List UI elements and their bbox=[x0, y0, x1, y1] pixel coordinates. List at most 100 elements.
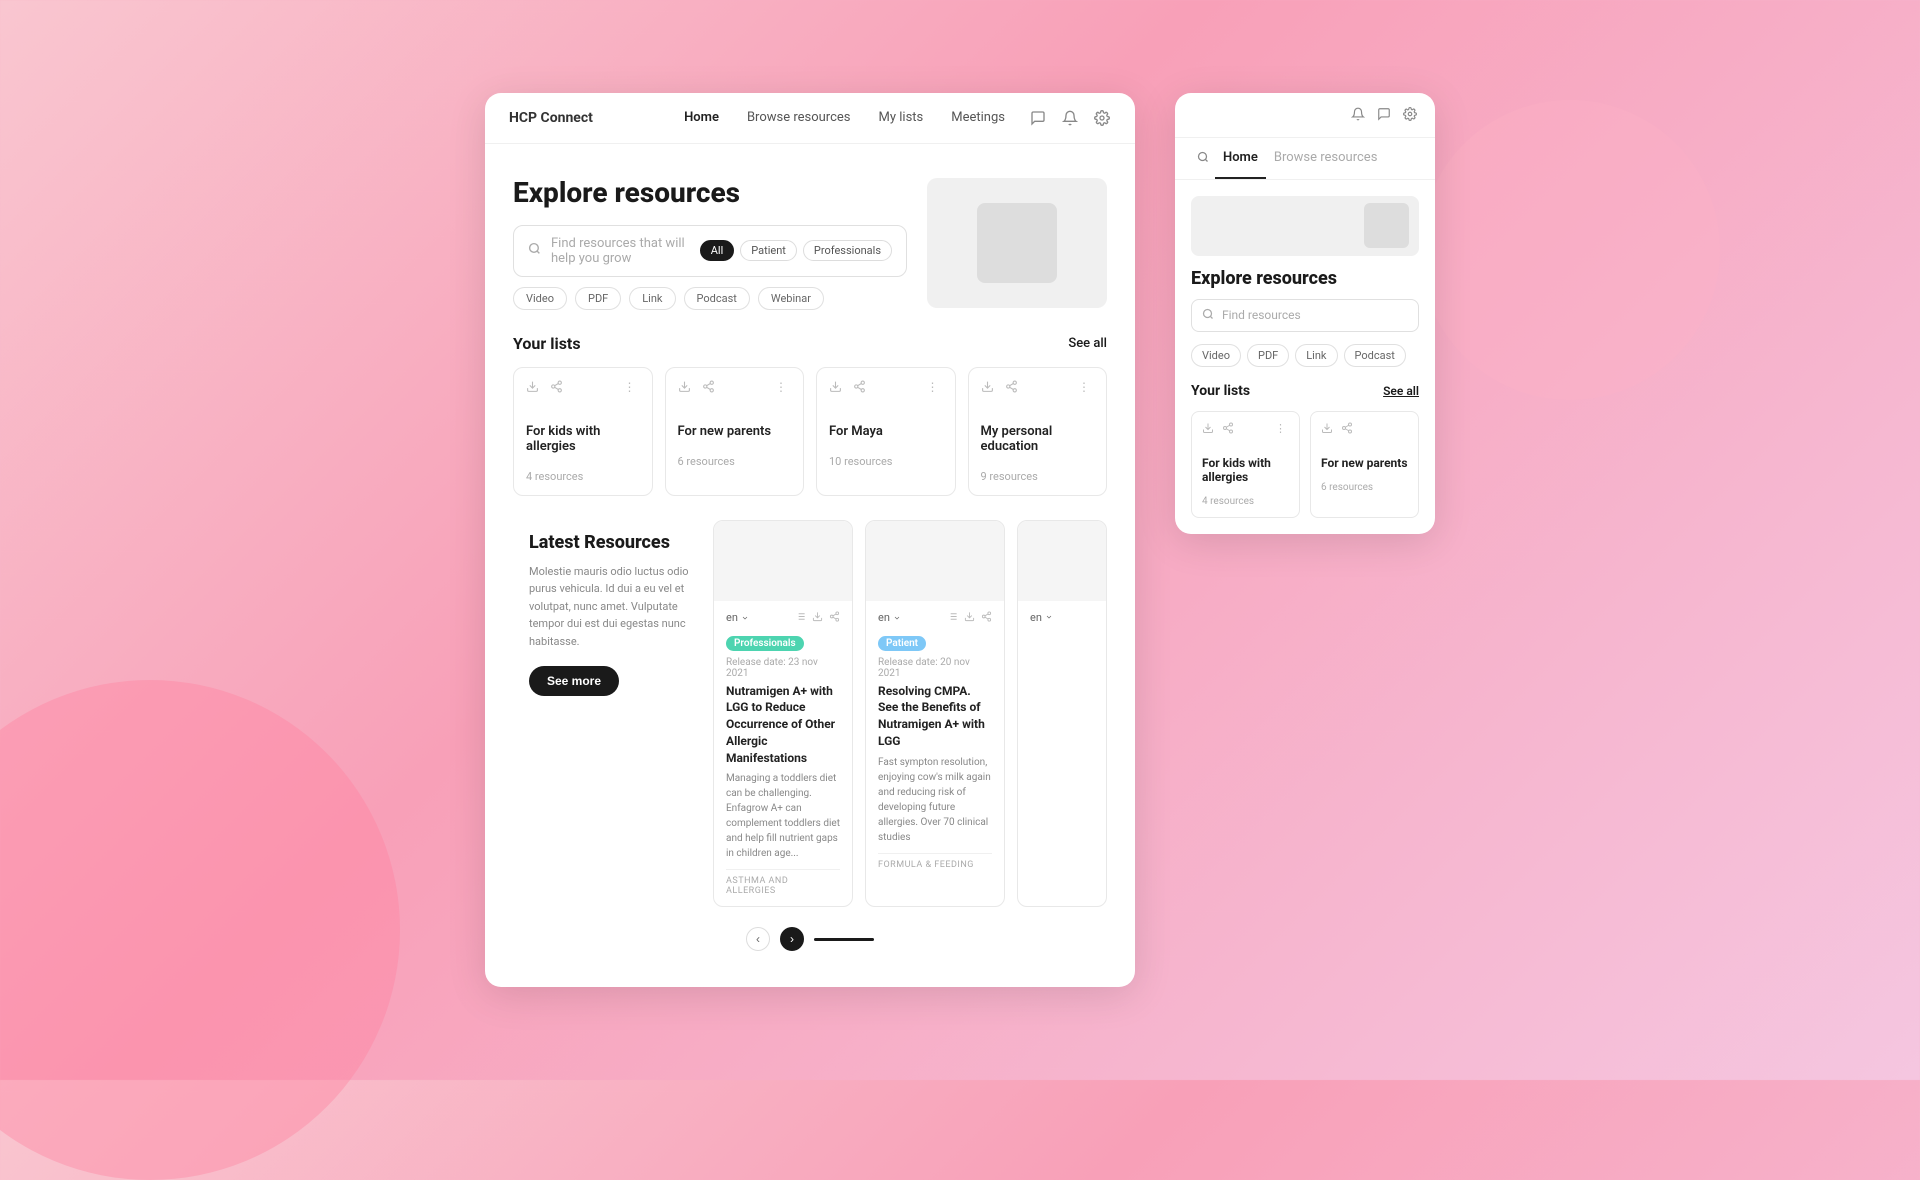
resource-title-2[interactable]: Resolving CMPA. See the Benefits of Nutr… bbox=[878, 683, 992, 750]
list-1-count: 4 resources bbox=[526, 470, 640, 483]
list-card-2: ⋮ For new parents 6 resources bbox=[665, 367, 805, 496]
list-icon-1[interactable] bbox=[795, 611, 806, 625]
next-page-button[interactable]: › bbox=[780, 927, 804, 951]
share-icon-4[interactable] bbox=[1005, 380, 1021, 396]
side-see-all[interactable]: See all bbox=[1383, 384, 1419, 398]
download-icon-4[interactable] bbox=[981, 380, 997, 396]
share-icon-r2[interactable] bbox=[981, 611, 992, 625]
side-explore-title: Explore resources bbox=[1191, 268, 1419, 289]
download-icon-1[interactable] bbox=[526, 380, 542, 396]
resource-desc-2: Fast sympton resolution, enjoying cow's … bbox=[878, 755, 992, 845]
more-icon-4[interactable]: ⋮ bbox=[1078, 380, 1094, 396]
nav-link-home[interactable]: Home bbox=[684, 110, 719, 125]
list-4-name: My personal education bbox=[981, 424, 1095, 454]
type-podcast[interactable]: Podcast bbox=[684, 287, 750, 310]
filter-all[interactable]: All bbox=[700, 240, 735, 261]
lists-see-all[interactable]: See all bbox=[1068, 336, 1107, 351]
side-download-icon-1[interactable] bbox=[1202, 422, 1216, 436]
settings-icon[interactable] bbox=[1093, 109, 1111, 127]
side-type-podcast[interactable]: Podcast bbox=[1344, 344, 1406, 367]
bottom-section: Latest Resources Molestie mauris odio lu… bbox=[513, 512, 1107, 916]
latest-desc: Molestie mauris odio luctus odio purus v… bbox=[529, 563, 697, 651]
pagination: ‹ › bbox=[513, 915, 1107, 963]
lang-select-2[interactable]: en bbox=[878, 611, 901, 624]
resource-card-2-body: en bbox=[866, 601, 1004, 880]
side-lists-header: Your lists See all bbox=[1191, 383, 1419, 399]
list-2-count: 6 resources bbox=[678, 455, 792, 468]
release-date-1: Release date: 23 nov 2021 bbox=[726, 657, 840, 679]
resource-title-1[interactable]: Nutramigen A+ with LGG to Reduce Occurre… bbox=[726, 683, 840, 767]
share-icon-2[interactable] bbox=[702, 380, 718, 396]
nav-link-browse[interactable]: Browse resources bbox=[747, 110, 851, 125]
side-your-lists: Your lists See all ⋮ bbox=[1191, 383, 1419, 518]
nav-logo: HCP Connect bbox=[509, 110, 593, 126]
filter-patient[interactable]: Patient bbox=[740, 240, 797, 261]
resource-card-1-body: en bbox=[714, 601, 852, 907]
latest-resources-text: Latest Resources Molestie mauris odio lu… bbox=[513, 512, 713, 916]
navbar: HCP Connect Home Browse resources My lis… bbox=[485, 93, 1135, 144]
resource-card-2: en bbox=[865, 520, 1005, 908]
list-3-name: For Maya bbox=[829, 424, 943, 439]
list-icon-2[interactable] bbox=[947, 611, 958, 625]
side-share-icon-2[interactable] bbox=[1341, 422, 1355, 436]
download-icon-2[interactable] bbox=[678, 380, 694, 396]
side-settings-icon[interactable] bbox=[1403, 107, 1419, 123]
more-icon-1[interactable]: ⋮ bbox=[624, 380, 640, 396]
share-icon-r1[interactable] bbox=[829, 611, 840, 625]
card-icons-1 bbox=[795, 611, 840, 625]
resource-card-1-image bbox=[714, 521, 852, 601]
chat-icon[interactable] bbox=[1029, 109, 1047, 127]
filter-professionals[interactable]: Professionals bbox=[803, 240, 892, 261]
more-icon-2[interactable]: ⋮ bbox=[775, 380, 791, 396]
see-more-button[interactable]: See more bbox=[529, 666, 619, 696]
side-more-icon-1[interactable]: ⋮ bbox=[1275, 422, 1289, 436]
lang-label-1: en bbox=[726, 611, 738, 624]
side-search-tab-icon[interactable] bbox=[1191, 138, 1215, 179]
resource-card-3-body: en bbox=[1018, 601, 1106, 634]
side-download-icon-2[interactable] bbox=[1321, 422, 1335, 436]
nav-icons bbox=[1029, 109, 1111, 127]
main-wrapper: HCP Connect Home Browse resources My lis… bbox=[485, 93, 1435, 988]
side-list-card-1: ⋮ For kids with allergies 4 resources bbox=[1191, 411, 1300, 518]
side-list-2-count: 6 resources bbox=[1321, 482, 1408, 493]
download-icon-r1[interactable] bbox=[812, 611, 823, 625]
side-type-pdf[interactable]: PDF bbox=[1247, 344, 1289, 367]
lang-select-1[interactable]: en bbox=[726, 611, 749, 624]
side-tab-home[interactable]: Home bbox=[1215, 138, 1266, 179]
resource-desc-1: Managing a toddlers diet can be challeng… bbox=[726, 771, 840, 861]
side-chat-icon[interactable] bbox=[1377, 107, 1393, 123]
search-bar[interactable]: Find resources that will help you grow A… bbox=[513, 225, 907, 277]
type-link[interactable]: Link bbox=[629, 287, 675, 310]
download-icon-3[interactable] bbox=[829, 380, 845, 396]
list-card-3-icons: ⋮ bbox=[829, 380, 943, 396]
lang-select-3[interactable]: en bbox=[1030, 611, 1094, 624]
latest-title: Latest Resources bbox=[529, 532, 697, 553]
resource-card-3: en bbox=[1017, 520, 1107, 908]
bell-icon[interactable] bbox=[1061, 109, 1079, 127]
main-card: HCP Connect Home Browse resources My lis… bbox=[485, 93, 1135, 988]
nav-link-mylists[interactable]: My lists bbox=[879, 110, 924, 125]
share-icon-1[interactable] bbox=[550, 380, 566, 396]
type-video[interactable]: Video bbox=[513, 287, 567, 310]
type-pdf[interactable]: PDF bbox=[575, 287, 621, 310]
side-list-1-icons: ⋮ bbox=[1202, 422, 1289, 436]
side-list-2-name: For new parents bbox=[1321, 456, 1408, 470]
side-search-bar[interactable]: Find resources bbox=[1191, 299, 1419, 332]
resource-card-1: en bbox=[713, 520, 853, 908]
prev-page-button[interactable]: ‹ bbox=[746, 927, 770, 951]
hero-section: Explore resources Find resources that wi… bbox=[513, 176, 1107, 310]
bg-decoration-1 bbox=[0, 680, 400, 1180]
share-icon-3[interactable] bbox=[853, 380, 869, 396]
download-icon-r2[interactable] bbox=[964, 611, 975, 625]
side-share-icon-1[interactable] bbox=[1222, 422, 1236, 436]
side-type-link[interactable]: Link bbox=[1295, 344, 1337, 367]
more-icon-3[interactable]: ⋮ bbox=[927, 380, 943, 396]
side-lists-title: Your lists bbox=[1191, 383, 1250, 399]
page-progress bbox=[814, 938, 874, 941]
side-bell-icon[interactable] bbox=[1351, 107, 1367, 123]
side-type-video[interactable]: Video bbox=[1191, 344, 1241, 367]
type-webinar[interactable]: Webinar bbox=[758, 287, 824, 310]
resource-2-header: en bbox=[878, 611, 992, 625]
nav-link-meetings[interactable]: Meetings bbox=[951, 110, 1005, 125]
side-tab-browse[interactable]: Browse resources bbox=[1266, 138, 1386, 179]
